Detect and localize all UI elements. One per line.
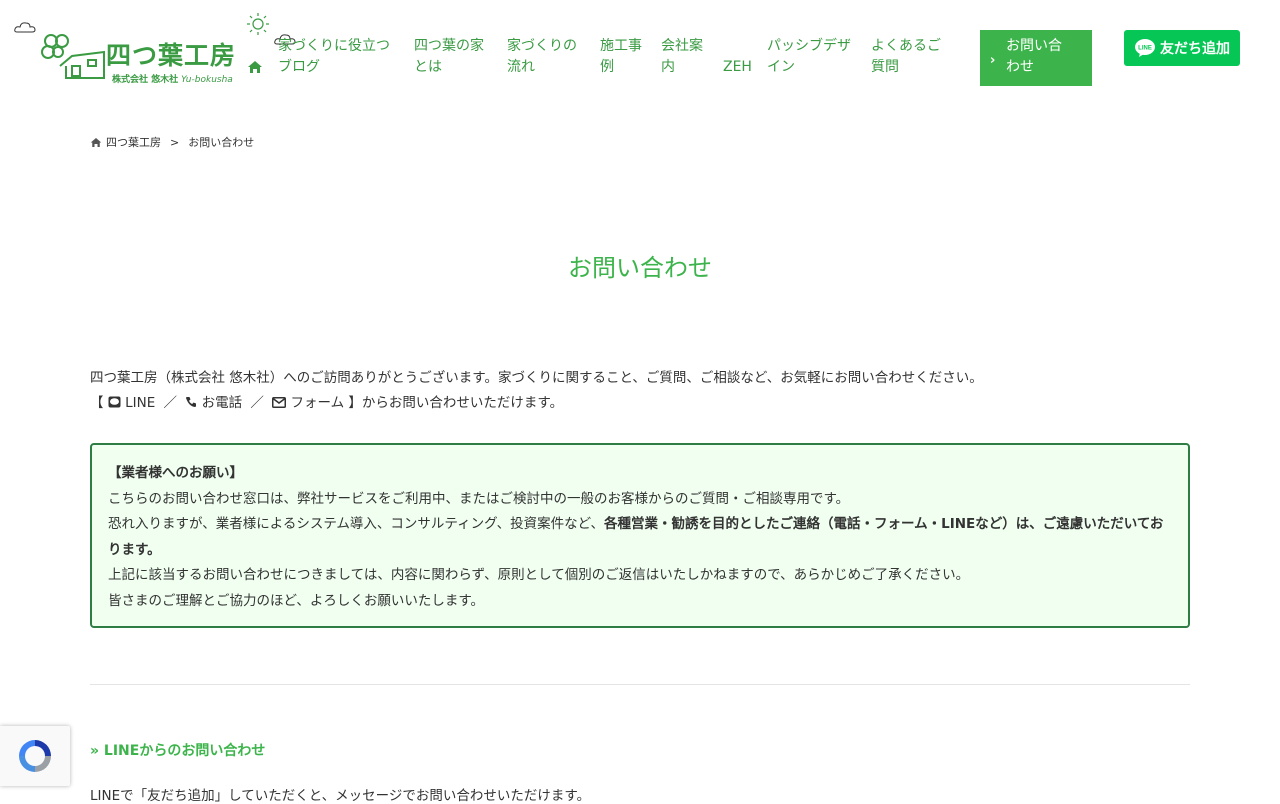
notice-text: 恐れ入りますが、業者様によるシステム導入、コンサルティング、投資案件など、 [108, 516, 604, 532]
slash: ／ [163, 395, 178, 411]
breadcrumb: 四つ葉工房 > お問い合わせ [90, 134, 254, 150]
notice-heading: 【業者様へのお願い】 [108, 465, 243, 481]
nav-label: 会社案 [661, 38, 703, 54]
nav-label: よくあるご [871, 38, 941, 54]
svg-text:LINE: LINE [1138, 46, 1152, 52]
nav-label: 例 [600, 59, 614, 75]
line-section-text: LINEで「友だち追加」していただくと、メッセージでお問い合わせいただけます。 [90, 788, 591, 804]
breadcrumb-home-link[interactable]: 四つ葉工房 [106, 134, 161, 150]
nav-company[interactable]: 会社案 内 [661, 36, 703, 78]
nav-label: 施工事 [600, 38, 642, 54]
nav-label: ZEH [723, 59, 752, 75]
nav-label: ブログ [278, 59, 320, 75]
intro-text: 四つ葉工房（株式会社 悠木社）へのご訪問ありがとうございます。家づくりに関するこ… [90, 366, 1190, 416]
nav-flow[interactable]: 家づくりの 流れ [507, 36, 577, 78]
bracket: 【 [90, 395, 104, 411]
line-section-heading: » LINEからのお問い合わせ [90, 743, 266, 759]
nav-label: イン [767, 59, 795, 75]
contact-line-tail: 】からお問い合わせいただけます。 [348, 395, 564, 411]
site-header: 四つ葉工房 株式会社 悠木社 Yu-bokusha 家づくりに役立つ ブログ 四つ… [0, 0, 1280, 100]
breadcrumb-current: お問い合わせ [188, 136, 255, 149]
phone-icon [186, 397, 197, 407]
logo-title: 四つ葉工房 [106, 41, 237, 70]
breadcrumb-separator: > [170, 135, 180, 149]
recaptcha-icon [19, 740, 51, 772]
nav-label: パッシブデザ [767, 38, 851, 54]
logo-company: 株式会社 悠木社 [112, 75, 179, 85]
nav-contact-button[interactable]: › お問い合 わせ [980, 30, 1092, 86]
contact-line-label: LINE [125, 395, 156, 411]
site-logo[interactable]: 四つ葉工房 株式会社 悠木社 Yu-bokusha [14, 12, 296, 92]
line-icon [108, 396, 121, 408]
nav-blog[interactable]: 家づくりに役立つ ブログ [278, 36, 390, 78]
envelope-icon [272, 397, 287, 408]
contact-phone-label: お電話 [201, 395, 243, 411]
nav-label [723, 36, 752, 57]
notice-paragraph: 恐れ入りますが、業者様によるシステム導入、コンサルティング、投資案件など、各種営… [108, 512, 1172, 563]
nav-about-house[interactable]: 四つ葉の家 とは [414, 36, 484, 78]
house-icon [59, 50, 105, 79]
chevron-right-icon: › [990, 53, 996, 68]
notice-paragraph: こちらのお問い合わせ窓口は、弊社サービスをご利用中、またはご検討中の一般のお客様… [108, 490, 850, 507]
nav-label: 家づくりの [507, 38, 577, 54]
nav-zeh[interactable]: ZEH [723, 36, 752, 78]
intro-paragraph: 四つ葉工房（株式会社 悠木社）へのご訪問ありがとうございます。家づくりに関するこ… [90, 370, 983, 386]
contact-methods-line: 【 LINE ／ お電話 ／ フォーム 】からお問い合わせいただけます。 [90, 391, 1190, 416]
nav-label: 質問 [871, 59, 899, 75]
line-icon: LINE [1135, 39, 1155, 57]
nav-label: 四つ葉の家 [414, 38, 484, 54]
cloud-icon [14, 22, 36, 33]
nav-passive-design[interactable]: パッシブデザ イン [767, 36, 851, 78]
nav-label: とは [414, 59, 442, 75]
sun-icon [247, 13, 269, 35]
divider [90, 684, 1190, 685]
nav-label: 内 [661, 59, 675, 75]
page-title: お問い合わせ [568, 254, 712, 282]
nav-label: 家づくりに役立つ [278, 38, 390, 54]
notice-box: 【業者様へのお願い】 こちらのお問い合わせ窓口は、弊社サービスをご利用中、または… [90, 443, 1190, 628]
line-button-label: 友だち追加 [1160, 41, 1230, 57]
nav-works[interactable]: 施工事 例 [600, 36, 642, 78]
notice-paragraph: 皆さまのご理解とご協力のほど、よろしくお願いいたします。 [108, 592, 484, 609]
contact-form-label: フォーム [290, 395, 345, 411]
logo-subtitle: 株式会社 悠木社 Yu-bokusha [112, 72, 233, 85]
home-icon[interactable] [247, 60, 263, 74]
line-add-friend-button[interactable]: LINE 友だち追加 [1124, 30, 1240, 66]
home-icon[interactable] [90, 137, 102, 148]
nav-label: 流れ [507, 59, 535, 75]
recaptcha-badge[interactable] [0, 726, 70, 786]
nav-contact-label: お問い合 [1006, 38, 1062, 54]
nav-contact-label: わせ [1006, 59, 1034, 75]
notice-paragraph: 上記に該当するお問い合わせにつきましては、内容に関わらず、原則として個別のご返信… [108, 567, 970, 583]
logo-romaji: Yu-bokusha [181, 75, 233, 85]
slash: ／ [250, 395, 264, 411]
nav-faq[interactable]: よくあるご 質問 [871, 36, 941, 78]
